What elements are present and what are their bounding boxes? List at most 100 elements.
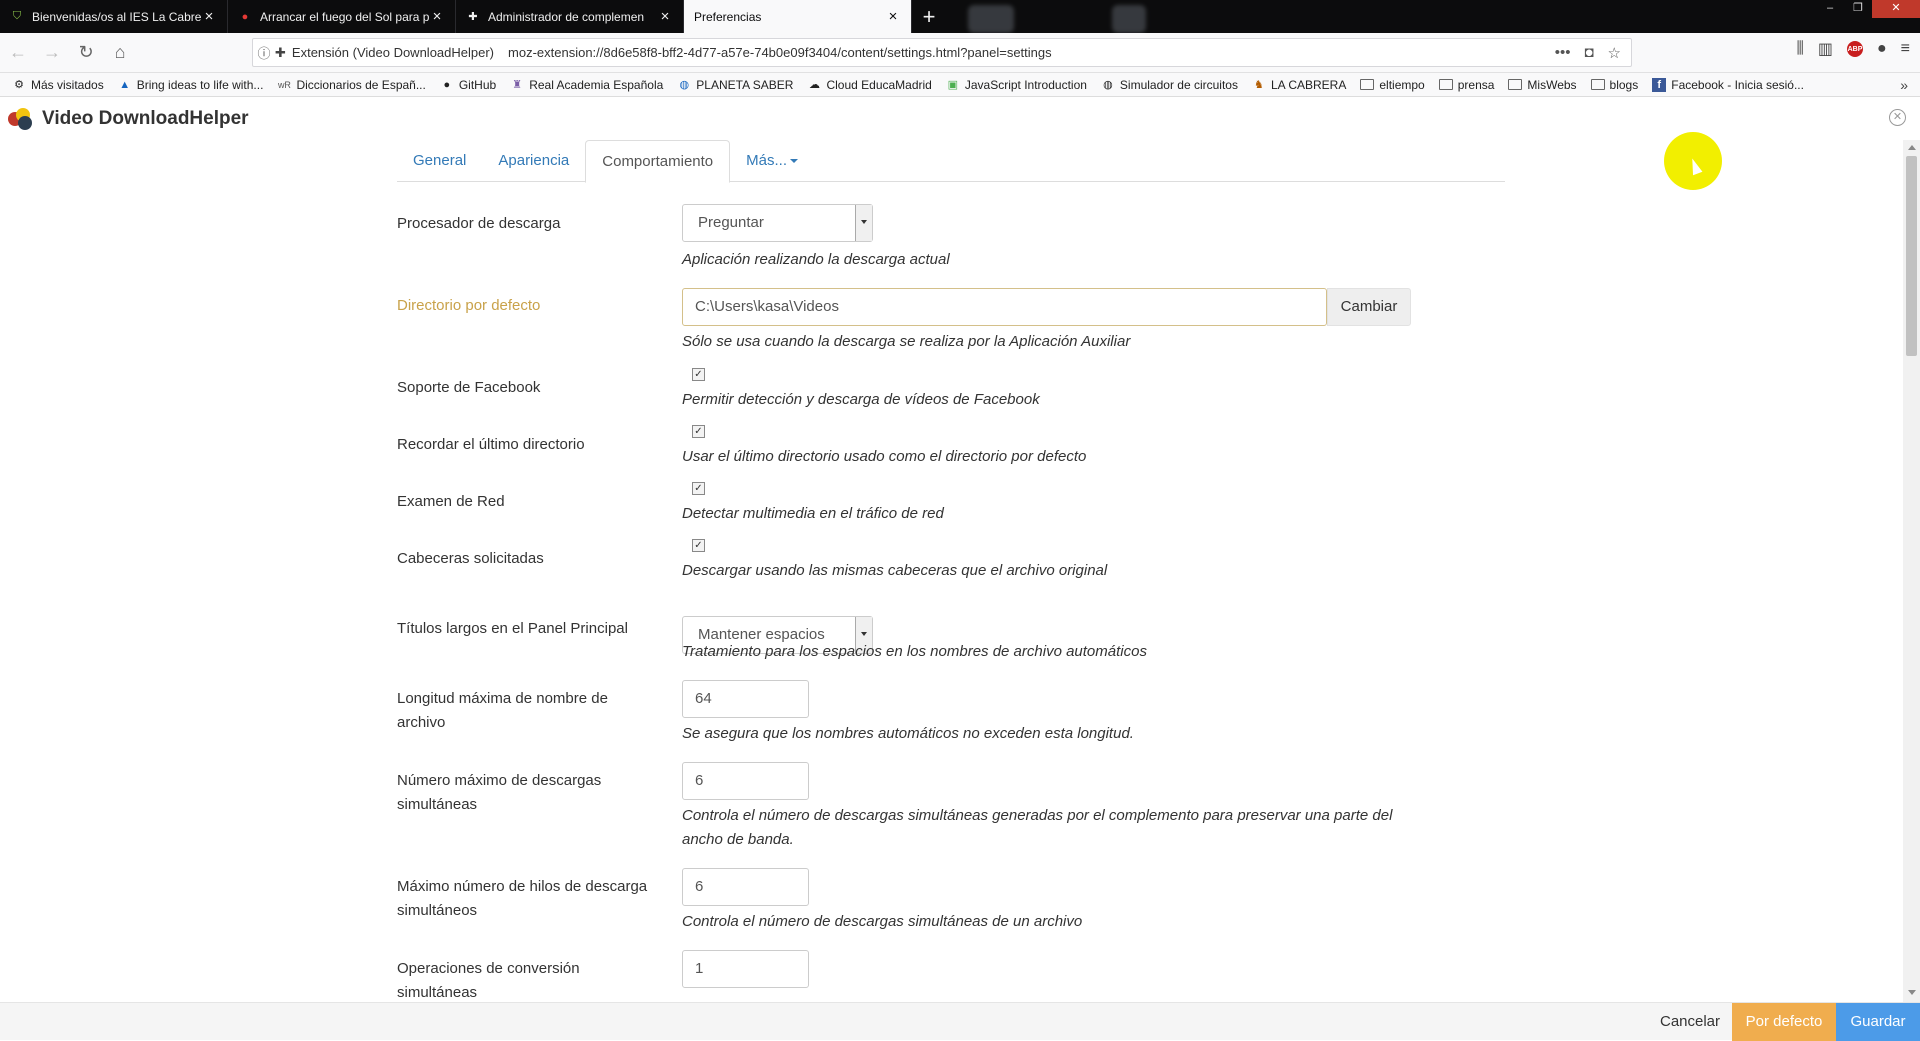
- directory-label: Directorio por defecto: [397, 297, 541, 314]
- forward-arrow-icon[interactable]: →: [36, 37, 68, 69]
- bookmark-item[interactable]: ● GitHub: [440, 77, 497, 92]
- default-button[interactable]: Por defecto: [1732, 1003, 1836, 1041]
- bookmark-item[interactable]: f Facebook - Inicia sesió...: [1652, 77, 1804, 92]
- scrollbar-thumb[interactable]: [1906, 156, 1917, 356]
- directory-input[interactable]: C:\Users\kasa\Videos: [682, 288, 1327, 326]
- bookmark-folder[interactable]: blogs: [1590, 78, 1638, 92]
- extension-identity-label: Extensión (Video DownloadHelper): [291, 45, 495, 60]
- settings-tabs: General Apariencia Comportamiento Más...: [397, 140, 1505, 183]
- folder-icon: [1438, 79, 1453, 90]
- cancel-button[interactable]: Cancelar: [1648, 1003, 1732, 1041]
- facebook-checkbox[interactable]: ✓: [692, 368, 705, 381]
- shield-icon: ⛉: [12, 10, 22, 22]
- star-icon[interactable]: ☆: [1608, 44, 1621, 62]
- directory-help: Sólo se usa cuando la descarga se realiz…: [682, 333, 1131, 350]
- window-close-icon[interactable]: ✕: [1872, 0, 1920, 18]
- globe-icon: ◍: [679, 79, 690, 91]
- headers-checkbox[interactable]: ✓: [692, 539, 705, 552]
- bookmark-item[interactable]: ♞ LA CABRERA: [1252, 78, 1346, 92]
- browser-tab-fuego[interactable]: ● Arrancar el fuego del Sol para p ×: [228, 0, 456, 33]
- bookmark-item[interactable]: ☁ Cloud EducaMadrid: [807, 77, 932, 92]
- browser-tab-addons[interactable]: ✚ Administrador de complemen ×: [456, 0, 684, 33]
- bookmark-item[interactable]: ◍ Simulador de circuitos: [1101, 78, 1238, 92]
- app-logo-icon: [8, 108, 34, 130]
- tab-title: Bienvenidas/os al IES La Cabrera: [32, 9, 201, 24]
- tab-comportamiento[interactable]: Comportamiento: [585, 140, 731, 183]
- bookmark-label: Bring ideas to life with...: [136, 77, 264, 92]
- url-text[interactable]: moz-extension://8d6e58f8-bff2-4d77-a57e-…: [508, 45, 1555, 60]
- processor-select[interactable]: Preguntar: [682, 204, 873, 242]
- bookmark-item[interactable]: ▣ JavaScript Introduction: [946, 78, 1087, 92]
- max-downloads-help: Controla el número de descargas simultán…: [682, 807, 1393, 848]
- remember-dir-checkbox[interactable]: ✓: [692, 425, 705, 438]
- bookmark-label: Cloud EducaMadrid: [826, 77, 932, 92]
- bookmark-folder[interactable]: prensa: [1438, 78, 1494, 92]
- scroll-down-icon[interactable]: [1908, 990, 1916, 995]
- bookmark-item[interactable]: ◍ PLANETA SABER: [677, 78, 793, 92]
- bookmark-item[interactable]: ⚙ Más visitados: [12, 78, 104, 92]
- back-arrow-icon[interactable]: ←: [2, 37, 34, 69]
- minimize-icon[interactable]: –: [1816, 0, 1844, 18]
- url-bar[interactable]: ⓘ ✚ Extensión (Video DownloadHelper) moz…: [252, 38, 1632, 67]
- extension-header: Video DownloadHelper ✕: [0, 98, 1920, 140]
- long-titles-label: Títulos largos en el Panel Principal: [397, 620, 628, 637]
- bookmark-label: Diccionarios de Españ...: [296, 77, 426, 92]
- library-icon[interactable]: ⫼: [1796, 40, 1803, 58]
- bookmark-label: GitHub: [458, 77, 497, 92]
- settings-form: Procesador de descarga Preguntar Aplicac…: [0, 182, 1900, 1002]
- chevron-right-icon[interactable]: »: [1900, 77, 1908, 93]
- scroll-up-icon[interactable]: [1908, 145, 1916, 150]
- facebook-help: Permitir detección y descarga de vídeos …: [682, 391, 1040, 408]
- save-button[interactable]: Guardar: [1836, 1003, 1920, 1041]
- max-filename-input[interactable]: 64: [682, 680, 809, 718]
- goat-icon: ♞: [1254, 79, 1264, 91]
- navigation-bar: ← → ↻ ⌂ ⓘ ✚ Extensión (Video DownloadHel…: [0, 33, 1920, 73]
- tab-mas[interactable]: Más...: [730, 140, 814, 182]
- caret-down-icon: [790, 159, 798, 164]
- max-threads-help: Controla el número de descargas simultán…: [682, 913, 1083, 930]
- new-tab-button[interactable]: +: [912, 0, 946, 33]
- close-icon[interactable]: ×: [201, 8, 217, 25]
- conversions-label: Operaciones de conversión simultáneas: [397, 960, 580, 1001]
- network-checkbox[interactable]: ✓: [692, 482, 705, 495]
- pocket-icon[interactable]: ◘: [1584, 44, 1593, 62]
- bookmark-label: MisWebs: [1527, 77, 1577, 92]
- crest-icon: ♜: [512, 79, 523, 91]
- tab-apariencia[interactable]: Apariencia: [482, 140, 585, 182]
- change-directory-button[interactable]: Cambiar: [1327, 288, 1411, 326]
- network-help: Detectar multimedia en el tráfico de red: [682, 505, 944, 522]
- bookmark-item[interactable]: ▲ Bring ideas to life with...: [118, 77, 264, 92]
- blurred-region: [968, 5, 1014, 33]
- menu-icon[interactable]: ≡: [1901, 40, 1910, 58]
- bookmark-label: JavaScript Introduction: [964, 77, 1087, 92]
- processor-help: Aplicación realizando la descarga actual: [682, 251, 950, 268]
- downloadhelper-icon[interactable]: ●: [1877, 40, 1887, 58]
- home-icon[interactable]: ⌂: [104, 37, 136, 69]
- info-icon[interactable]: ⓘ: [253, 43, 275, 62]
- max-threads-input[interactable]: 6: [682, 868, 809, 906]
- close-icon[interactable]: ×: [429, 8, 445, 25]
- folder-icon: [1360, 79, 1375, 90]
- bookmark-item[interactable]: ♜ Real Academia Española: [510, 78, 663, 92]
- facebook-label: Soporte de Facebook: [397, 379, 541, 396]
- extension-identity[interactable]: ✚ Extensión (Video DownloadHelper): [275, 45, 508, 61]
- bookmark-label: Facebook - Inicia sesió...: [1671, 77, 1804, 92]
- close-icon[interactable]: ×: [657, 8, 673, 25]
- sidebar-icon[interactable]: ▥: [1818, 39, 1833, 59]
- headers-help: Descargar usando las mismas cabeceras qu…: [682, 562, 1108, 579]
- bookmark-folder[interactable]: eltiempo: [1360, 78, 1425, 92]
- browser-tab-ies[interactable]: ⛉ Bienvenidas/os al IES La Cabrera ×: [0, 0, 228, 33]
- close-icon[interactable]: ✕: [1889, 109, 1906, 126]
- bookmark-folder[interactable]: MisWebs: [1508, 77, 1577, 92]
- max-downloads-input[interactable]: 6: [682, 762, 809, 800]
- reload-icon[interactable]: ↻: [70, 37, 102, 69]
- browser-tab-preferencias[interactable]: Preferencias ×: [684, 0, 912, 33]
- conversions-input[interactable]: 1: [682, 950, 809, 988]
- page-actions-icon[interactable]: •••: [1555, 44, 1571, 62]
- adblock-icon[interactable]: ABP: [1846, 41, 1863, 57]
- long-titles-help: Tratamiento para los espacios en los nom…: [682, 643, 1147, 660]
- restore-icon[interactable]: ❐: [1844, 0, 1872, 18]
- close-icon[interactable]: ×: [885, 8, 901, 25]
- bookmark-item[interactable]: wR Diccionarios de Españ...: [277, 77, 426, 92]
- tab-general[interactable]: General: [397, 140, 482, 182]
